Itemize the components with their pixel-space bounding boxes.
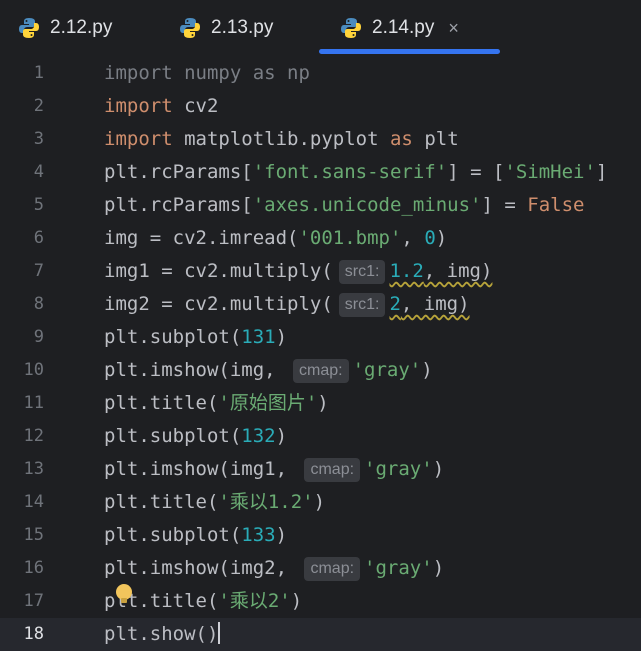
code-text: img2 = cv2.multiply(src1: 2, img) bbox=[104, 293, 470, 317]
code-text: import numpy as np bbox=[104, 62, 310, 84]
tab-label: 2.13.py bbox=[211, 17, 274, 38]
close-icon[interactable]: × bbox=[448, 18, 459, 39]
code-line: 17 plt.title('乘以2') bbox=[0, 585, 641, 618]
code-line: 2 import cv2 bbox=[0, 90, 641, 123]
line-number: 15 bbox=[23, 525, 44, 545]
code-text: img1 = cv2.multiply(src1: 1.2, img) bbox=[104, 260, 493, 284]
text-caret bbox=[218, 622, 221, 644]
code-line: 4 plt.rcParams['font.sans-serif'] = ['Si… bbox=[0, 156, 641, 189]
code-line: 5 plt.rcParams['axes.unicode_minus'] = F… bbox=[0, 189, 641, 222]
code-line: 9 plt.subplot(131) bbox=[0, 321, 641, 354]
parameter-hint: src1: bbox=[338, 260, 386, 284]
parameter-hint: cmap: bbox=[293, 359, 349, 383]
line-number: 7 bbox=[33, 261, 44, 281]
tab-2-13-py[interactable]: 2.13.py bbox=[179, 0, 273, 56]
line-number: 14 bbox=[23, 492, 44, 512]
line-number: 16 bbox=[23, 558, 44, 578]
code-text: import matplotlib.pyplot as plt bbox=[104, 128, 459, 150]
line-number: 18 bbox=[23, 624, 44, 644]
tab-label: 2.14.py bbox=[372, 17, 435, 38]
code-line: 14 plt.title('乘以1.2') bbox=[0, 486, 641, 519]
code-line: 7 img1 = cv2.multiply(src1: 1.2, img) bbox=[0, 255, 641, 288]
code-text: plt.imshow(img, cmap:'gray') bbox=[104, 359, 433, 383]
code-line: 16 plt.imshow(img2, cmap:'gray') bbox=[0, 552, 641, 585]
parameter-hint: cmap: bbox=[304, 458, 361, 482]
line-number: 17 bbox=[23, 591, 44, 611]
line-number: 6 bbox=[33, 228, 44, 248]
code-text: plt.imshow(img1, cmap:'gray') bbox=[104, 458, 445, 482]
code-text: plt.title('乘以2') bbox=[104, 590, 303, 612]
code-text: plt.subplot(133) bbox=[104, 524, 288, 546]
code-line: 3 import matplotlib.pyplot as plt bbox=[0, 123, 641, 156]
line-number: 10 bbox=[23, 360, 44, 380]
tab-2-12-py[interactable]: 2.12.py bbox=[18, 0, 112, 56]
line-number: 12 bbox=[23, 426, 44, 446]
lightbulb-icon[interactable] bbox=[116, 584, 132, 603]
code-line: 10 plt.imshow(img, cmap:'gray') bbox=[0, 354, 641, 387]
code-text: plt.title('原始图片') bbox=[104, 392, 329, 414]
code-text: plt.show() bbox=[104, 622, 221, 645]
code-text: plt.subplot(132) bbox=[104, 425, 288, 447]
python-icon bbox=[179, 17, 201, 39]
code-line: 8 img2 = cv2.multiply(src1: 2, img) bbox=[0, 288, 641, 321]
python-icon bbox=[340, 17, 362, 39]
code-editor[interactable]: 1 import numpy as np 2 import cv2 3 impo… bbox=[0, 56, 641, 651]
line-number: 2 bbox=[33, 96, 44, 116]
tab-label: 2.12.py bbox=[50, 17, 113, 38]
code-text: import cv2 bbox=[104, 95, 219, 117]
code-line: 13 plt.imshow(img1, cmap:'gray') bbox=[0, 453, 641, 486]
code-line: 1 import numpy as np bbox=[0, 57, 641, 90]
code-line: 15 plt.subplot(133) bbox=[0, 519, 641, 552]
code-text: plt.title('乘以1.2') bbox=[104, 491, 326, 513]
line-number: 9 bbox=[33, 327, 44, 347]
code-text: plt.imshow(img2, cmap:'gray') bbox=[104, 557, 445, 581]
parameter-hint: cmap: bbox=[304, 557, 361, 581]
line-number: 13 bbox=[23, 459, 44, 479]
code-line: 12 plt.subplot(132) bbox=[0, 420, 641, 453]
line-number: 3 bbox=[33, 129, 44, 149]
tab-2-14-py[interactable]: 2.14.py × bbox=[319, 0, 500, 56]
line-number: 11 bbox=[23, 393, 44, 413]
code-line: 6 img = cv2.imread('001.bmp', 0) bbox=[0, 222, 641, 255]
code-text: plt.rcParams['axes.unicode_minus'] = Fal… bbox=[104, 194, 585, 216]
code-text: img = cv2.imread('001.bmp', 0) bbox=[104, 227, 448, 249]
editor-tab-bar: 2.12.py 2.13.py 2.14.py × bbox=[0, 0, 641, 57]
line-number: 8 bbox=[33, 294, 44, 314]
code-text: plt.rcParams['font.sans-serif'] = ['SimH… bbox=[104, 161, 608, 183]
code-line: 11 plt.title('原始图片') bbox=[0, 387, 641, 420]
parameter-hint: src1: bbox=[338, 293, 386, 317]
line-number: 4 bbox=[33, 162, 44, 182]
code-text: plt.subplot(131) bbox=[104, 326, 288, 348]
line-number: 1 bbox=[33, 63, 44, 83]
current-code-line: 18 plt.show() bbox=[0, 618, 641, 651]
active-tab-indicator bbox=[319, 49, 500, 54]
line-number: 5 bbox=[33, 195, 44, 215]
python-icon bbox=[18, 17, 40, 39]
